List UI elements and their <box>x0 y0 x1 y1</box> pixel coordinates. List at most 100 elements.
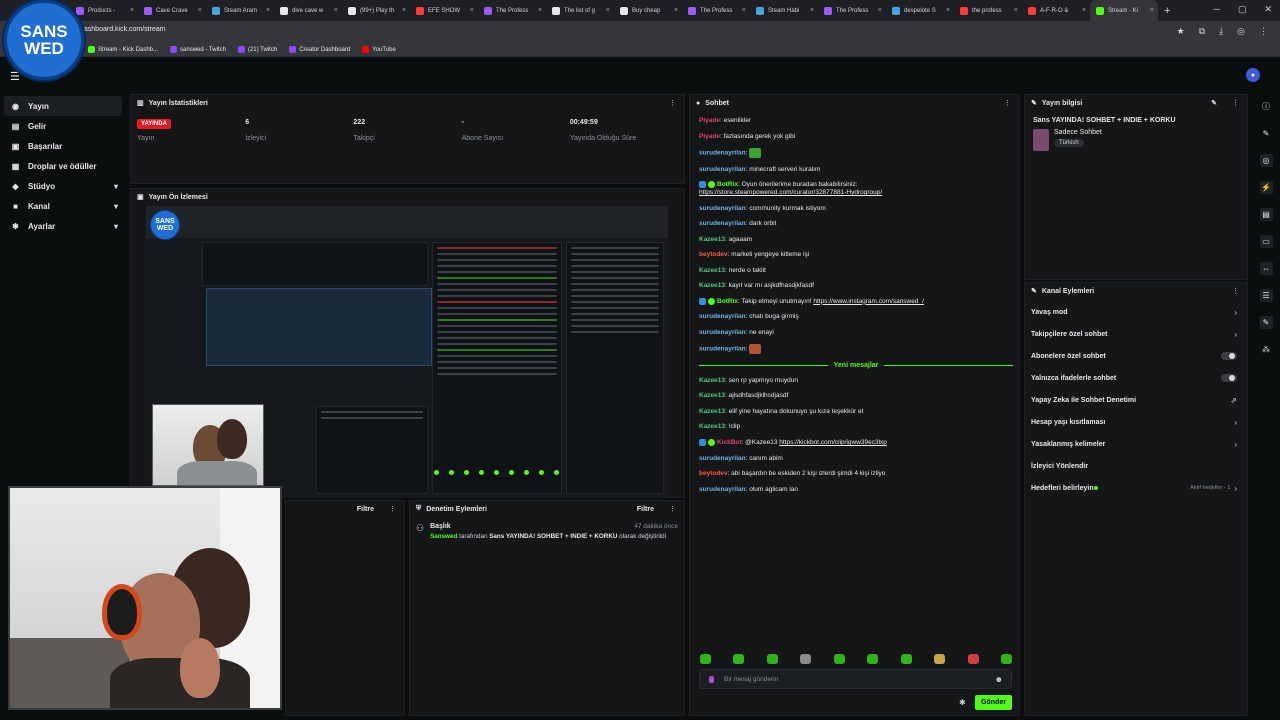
chat-username[interactable]: KickBot <box>717 439 742 446</box>
chat-link[interactable]: https://kickbot.com/clip/igww39ec3lxp <box>779 439 887 446</box>
browser-tab[interactable]: A-F-R-O & × <box>1022 0 1090 21</box>
sidebar-item-3[interactable]: ▣ Başarılar <box>0 136 128 156</box>
bookmark-item[interactable]: Stream - Kick Dashb... <box>88 46 158 53</box>
channel-action-item[interactable]: Yalnızca ifadelerle sohbet <box>1025 367 1247 389</box>
chat-username[interactable]: Kazee13 <box>699 408 725 415</box>
emote-icon[interactable] <box>733 654 745 664</box>
chat-username[interactable]: surudenayrilan <box>699 166 746 173</box>
channel-action-item[interactable]: Hedefleri belirleyin Aktif hedefler - 1 › <box>1025 477 1247 499</box>
channel-action-item[interactable]: Abonelere özel sohbet <box>1025 345 1247 367</box>
document-icon[interactable]: ▤ <box>1259 208 1273 221</box>
emote-icon[interactable] <box>833 654 845 664</box>
target-icon[interactable]: ◎ <box>1259 154 1273 167</box>
chat-username[interactable]: Kazee13 <box>699 282 725 289</box>
close-tab-icon[interactable]: × <box>198 7 202 14</box>
chat-username[interactable]: Kazee13 <box>699 423 725 430</box>
browser-tab[interactable]: The Profess × <box>478 0 546 21</box>
browser-tab[interactable]: (99+) Play th × <box>342 0 410 21</box>
chat-input[interactable]: Bir mesaj gönderin ☻ <box>699 669 1012 689</box>
emote-icon[interactable] <box>700 654 711 664</box>
emoji-picker-icon[interactable]: ☻ <box>995 675 1003 684</box>
close-tab-icon[interactable]: × <box>606 7 610 14</box>
browser-tab[interactable]: dive cave w × <box>274 0 342 21</box>
filter-menu-icon[interactable]: ⋮ <box>389 505 396 513</box>
chat-username[interactable]: surudenayrilan <box>699 313 746 320</box>
info-icon[interactable]: ⓘ <box>1260 100 1273 113</box>
extensions-icon[interactable]: ⧉ <box>1199 26 1205 37</box>
chat-username[interactable]: Kazee13 <box>699 392 725 399</box>
close-tab-icon[interactable]: × <box>810 7 814 14</box>
maximize-icon[interactable]: ▢ <box>1238 4 1247 15</box>
browser-tab[interactable]: Products - × <box>70 0 138 21</box>
bookmark-item[interactable]: (21) Twitch <box>237 46 277 53</box>
stream-info-menu-icon[interactable]: ⋮ <box>1232 99 1239 107</box>
bookmark-item[interactable]: sanswed - Twitch <box>170 46 226 53</box>
chat-username[interactable]: BotRix <box>717 298 738 305</box>
browser-tab[interactable]: Steam Aram × <box>206 0 274 21</box>
chat-username[interactable]: Kazee13 <box>699 236 725 243</box>
close-tab-icon[interactable]: × <box>538 7 542 14</box>
chat-username[interactable]: surudenayrilan <box>699 346 746 353</box>
sidebar-item-6[interactable]: ■ Kanal ▾ <box>0 196 128 216</box>
hamburger-menu-icon[interactable]: ☰ <box>10 70 20 83</box>
close-tab-icon[interactable]: × <box>130 7 134 14</box>
list-icon[interactable]: ☰ <box>1259 289 1273 302</box>
minimize-icon[interactable]: ─ <box>1214 4 1220 15</box>
browser-tab[interactable]: EFE SHOW × <box>410 0 478 21</box>
channel-action-item[interactable]: Yapay Zeka ile Sohbet Denetimi ⇗ <box>1025 389 1247 411</box>
chat-settings-icon[interactable]: ✱ <box>959 698 966 707</box>
browser-tab[interactable]: the profess × <box>954 0 1022 21</box>
chat-menu-icon[interactable]: ⋮ <box>1004 99 1011 107</box>
emote-icon[interactable] <box>1000 654 1012 664</box>
chat-username[interactable]: surudenayrilan <box>699 220 746 227</box>
send-button[interactable]: Gönder <box>975 695 1012 710</box>
chat-username[interactable]: Kazee13 <box>699 377 725 384</box>
close-tab-icon[interactable]: × <box>334 7 338 14</box>
emote-icon[interactable] <box>766 654 778 664</box>
browser-tab[interactable]: Stream - Ki × <box>1090 0 1158 21</box>
channel-action-item[interactable]: Hesap yaşı kısıtlaması › <box>1025 411 1247 433</box>
sidebar-item-4[interactable]: ▦ Droplar ve ödüller <box>0 156 128 176</box>
sidebar-item-2[interactable]: ▤ Gelir <box>0 116 128 136</box>
chat-username[interactable]: surudenayrilan <box>699 455 746 462</box>
menu-kebab-icon[interactable]: ⋮ <box>1259 26 1268 37</box>
profile-icon[interactable]: ◎ <box>1237 26 1245 37</box>
close-tab-icon[interactable]: × <box>674 7 678 14</box>
chat-username[interactable]: Piyade <box>699 133 720 140</box>
close-tab-icon[interactable]: × <box>946 7 950 14</box>
channel-action-item[interactable]: Takipçilere özel sohbet › <box>1025 323 1247 345</box>
close-window-icon[interactable]: ✕ <box>1264 4 1272 15</box>
chat-username[interactable]: beytodev <box>699 470 728 477</box>
browser-tab[interactable]: Steam Habi × <box>750 0 818 21</box>
sidebar-item-5[interactable]: ◆ Stüdyo ▾ <box>0 176 128 196</box>
mic-icon[interactable] <box>709 676 714 683</box>
chat-username[interactable]: Piyade <box>699 117 720 124</box>
close-tab-icon[interactable]: × <box>266 7 270 14</box>
sidebar-item-1[interactable]: ◉ Yayın <box>4 96 122 116</box>
close-tab-icon[interactable]: × <box>470 7 474 14</box>
toggle-switch[interactable] <box>1221 352 1237 360</box>
toggle-switch[interactable] <box>1221 374 1237 382</box>
browser-tab[interactable]: despelote S × <box>886 0 954 21</box>
chat-username[interactable]: surudenayrilan <box>699 486 746 493</box>
browser-tab[interactable]: The list of g × <box>546 0 614 21</box>
new-tab-icon[interactable]: + <box>1164 5 1170 17</box>
browser-tab[interactable]: The Profess × <box>818 0 886 21</box>
browser-tab[interactable]: Cave Crave × <box>138 0 206 21</box>
moderation-menu-icon[interactable]: ⋮ <box>669 505 676 513</box>
close-tab-icon[interactable]: × <box>878 7 882 14</box>
channel-action-item[interactable]: Yasaklanmış kelimeler › <box>1025 433 1247 455</box>
category-name[interactable]: Sadece Sohbet <box>1054 129 1102 136</box>
moderation-filter-button[interactable]: Filtre <box>637 506 654 513</box>
entry-user[interactable]: Sanswed <box>430 533 457 540</box>
pencil-icon[interactable]: ✎ <box>1260 127 1273 140</box>
chat-username[interactable]: surudenayrilan <box>699 205 746 212</box>
bolt-icon[interactable]: ⚡ <box>1259 181 1273 194</box>
edit-pencil-icon[interactable]: ✎ <box>1211 99 1217 107</box>
stats-menu-icon[interactable]: ⋮ <box>669 99 676 107</box>
close-tab-icon[interactable]: × <box>402 7 406 14</box>
emote-icon[interactable] <box>934 654 946 664</box>
emote-icon[interactable] <box>967 654 979 664</box>
browser-tab[interactable]: The Profess × <box>682 0 750 21</box>
bookmark-item[interactable]: Creator Dashboard <box>289 46 350 53</box>
